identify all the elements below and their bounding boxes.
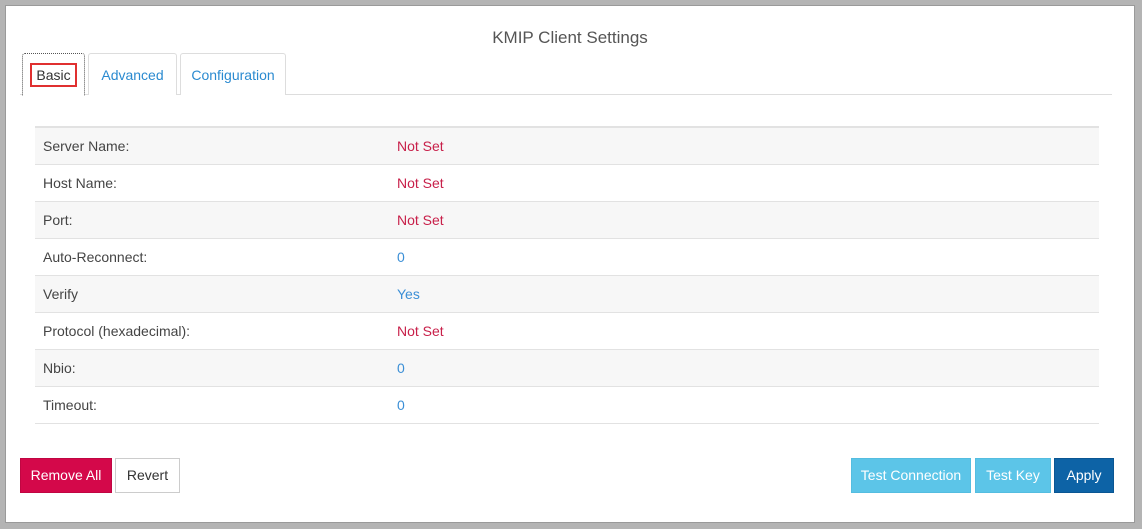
settings-window: KMIP Client Settings Basic Advanced Conf…: [5, 5, 1135, 523]
setting-value-verify: Yes: [397, 286, 420, 302]
settings-table: Server Name: Not Set Host Name: Not Set …: [35, 126, 1099, 424]
tab-basic-label: Basic: [30, 63, 77, 87]
setting-label-host-name: Host Name:: [43, 175, 117, 191]
setting-value-auto-reconnect: 0: [397, 249, 405, 265]
setting-value-server-name: Not Set: [397, 138, 444, 154]
page-title: KMIP Client Settings: [492, 28, 648, 47]
table-row: Verify Yes: [35, 276, 1099, 313]
tab-bar: Basic Advanced Configuration: [20, 53, 1112, 96]
tab-configuration[interactable]: Configuration: [180, 53, 286, 95]
test-connection-button[interactable]: Test Connection: [851, 458, 971, 493]
setting-value-timeout: 0: [397, 397, 405, 413]
setting-value-host-name: Not Set: [397, 175, 444, 191]
setting-label-timeout: Timeout:: [43, 397, 97, 413]
tab-basic[interactable]: Basic: [22, 53, 85, 96]
setting-label-port: Port:: [43, 212, 73, 228]
setting-label-nbio: Nbio:: [43, 360, 76, 376]
setting-label-protocol: Protocol (hexadecimal):: [43, 323, 191, 339]
setting-value-port: Not Set: [397, 212, 444, 228]
table-row: Timeout: 0: [35, 387, 1099, 424]
table-row: Auto-Reconnect: 0: [35, 239, 1099, 276]
remove-all-button[interactable]: Remove All: [20, 458, 112, 493]
table-row: Port: Not Set: [35, 202, 1099, 239]
apply-button[interactable]: Apply: [1054, 458, 1114, 493]
table-row: Nbio: 0: [35, 350, 1099, 387]
revert-button[interactable]: Revert: [115, 458, 180, 493]
test-key-button[interactable]: Test Key: [975, 458, 1051, 493]
table-row: Protocol (hexadecimal): Not Set: [35, 313, 1099, 350]
setting-label-verify: Verify: [43, 286, 79, 302]
table-row: Server Name: Not Set: [35, 128, 1099, 165]
setting-value-nbio: 0: [397, 360, 405, 376]
setting-label-server-name: Server Name:: [43, 138, 130, 154]
table-row: Host Name: Not Set: [35, 165, 1099, 202]
setting-label-auto-reconnect: Auto-Reconnect:: [43, 249, 148, 265]
setting-value-protocol: Not Set: [397, 323, 444, 339]
tab-advanced[interactable]: Advanced: [88, 53, 177, 95]
